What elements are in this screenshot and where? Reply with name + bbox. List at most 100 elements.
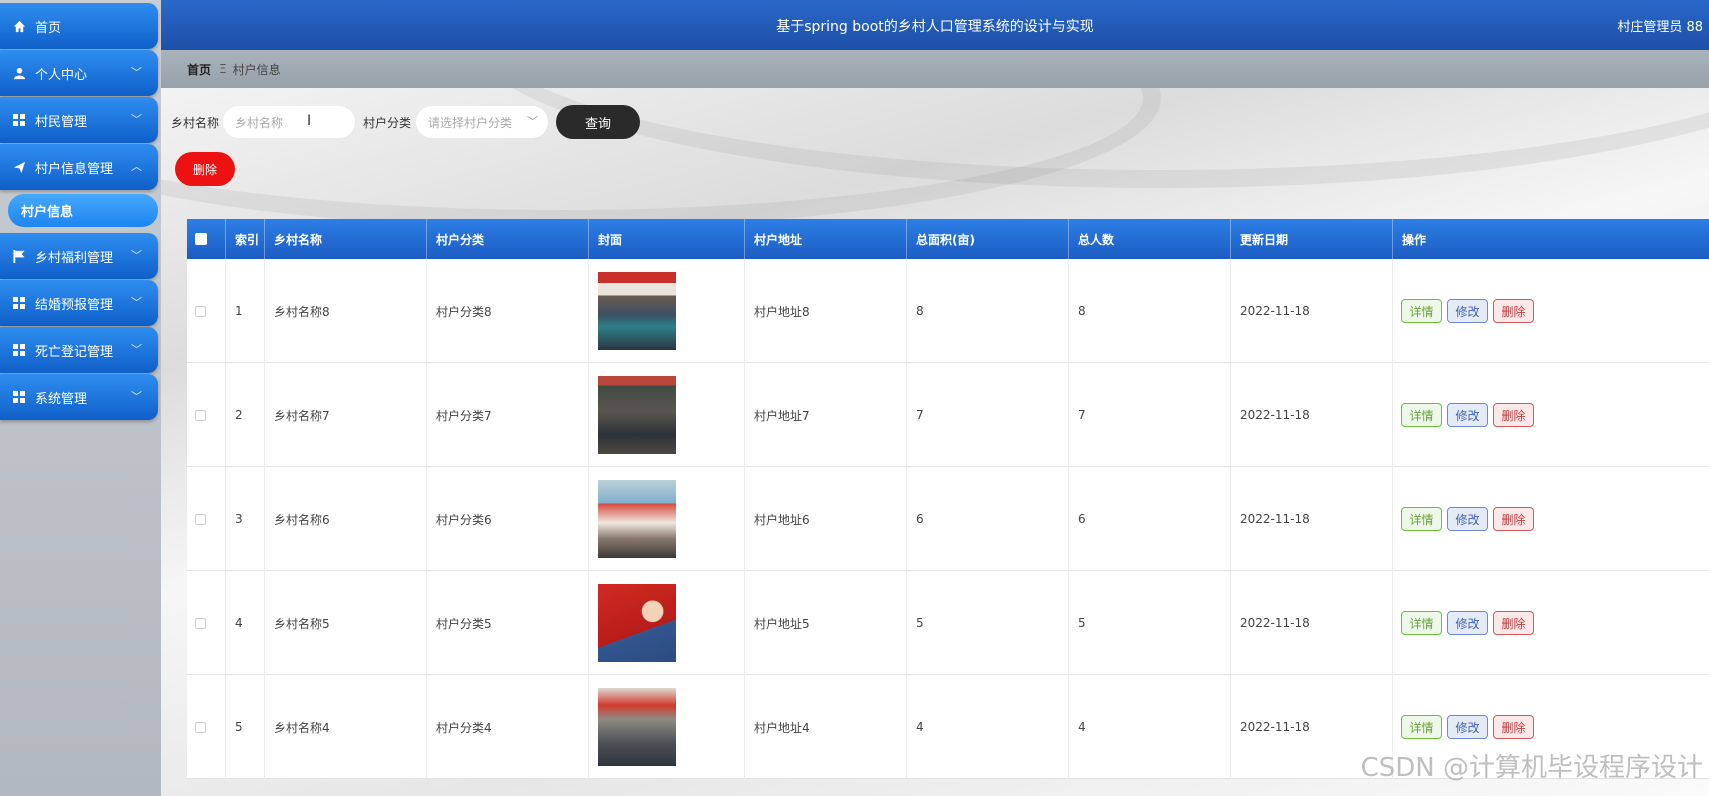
sidebar-item-household-info[interactable]: 村户信息管理 ︿: [0, 144, 158, 190]
cell-cover: [589, 259, 745, 363]
cell-date: 2022-11-18: [1231, 363, 1393, 467]
breadcrumb-current: 村户信息: [232, 62, 281, 77]
chevron-down-icon: ﹀: [131, 343, 142, 356]
detail-button[interactable]: 详情: [1401, 299, 1442, 323]
header-people: 总人数: [1069, 219, 1231, 259]
sidebar-item-profile[interactable]: 个人中心 ﹀: [0, 50, 158, 96]
row-checkbox[interactable]: [195, 513, 206, 525]
cell-village-name: 乡村名称6: [265, 467, 427, 571]
cell-village-name: 乡村名称8: [265, 259, 427, 363]
sidebar-item-system[interactable]: 系统管理 ﹀: [0, 374, 158, 420]
delete-button[interactable]: 删除: [1493, 715, 1534, 739]
category-label: 村户分类: [363, 116, 412, 130]
cell-village-name: 乡村名称4: [265, 675, 427, 779]
chevron-down-icon: ﹀: [131, 113, 142, 126]
user-label[interactable]: 村庄管理员 88: [1617, 16, 1703, 35]
cell-address: 村户地址6: [745, 467, 907, 571]
detail-button[interactable]: 详情: [1401, 403, 1442, 427]
sidebar-subitem-household[interactable]: 村户信息: [8, 194, 158, 227]
cell-actions: 详情 修改 删除: [1393, 363, 1709, 467]
breadcrumb-home[interactable]: 首页: [187, 61, 211, 78]
sidebar-item-label: 系统管理: [35, 391, 88, 407]
row-checkbox[interactable]: [195, 721, 206, 733]
cell-cover: [589, 675, 745, 779]
delete-button[interactable]: 删除: [1493, 507, 1534, 531]
detail-button[interactable]: 详情: [1401, 507, 1442, 531]
name-search-placeholder: 乡村名称: [235, 115, 284, 130]
row-checkbox[interactable]: [195, 617, 206, 629]
cell-category: 村户分类6: [427, 467, 589, 571]
header-address: 村户地址: [745, 219, 907, 259]
select-all-cell: [187, 219, 226, 259]
edit-button[interactable]: 修改: [1447, 299, 1488, 323]
cell-index: 5: [226, 675, 265, 779]
sidebar-item-marriage[interactable]: 结婚预报管理 ﹀: [0, 280, 158, 326]
text-cursor-icon: I: [307, 113, 312, 129]
detail-button[interactable]: 详情: [1401, 611, 1442, 635]
header-index: 索引: [226, 219, 265, 259]
header-category: 村户分类: [427, 219, 589, 259]
sidebar-item-label: 村民管理: [35, 114, 88, 130]
edit-button[interactable]: 修改: [1447, 715, 1488, 739]
cell-category: 村户分类7: [427, 363, 589, 467]
sidebar-item-label: 村户信息管理: [35, 161, 114, 177]
table-row: 4 乡村名称5 村户分类5 村户地址5 5 5 2022-11-18 详情 修改 删除: [187, 571, 1709, 675]
delete-button[interactable]: 删除: [1493, 299, 1534, 323]
chevron-down-icon: ﹀: [131, 296, 142, 309]
delete-button[interactable]: 删除: [1493, 611, 1534, 635]
cell-area: 6: [907, 467, 1069, 571]
category-select[interactable]: 请选择村户分类 ﹀: [416, 106, 548, 138]
cell-people: 7: [1069, 363, 1231, 467]
row-checkbox[interactable]: [195, 305, 206, 317]
cell-area: 8: [907, 259, 1069, 363]
sidebar-item-welfare[interactable]: 乡村福利管理 ﹀: [0, 233, 158, 279]
top-header: 基于spring boot的乡村人口管理系统的设计与实现 村庄管理员 88: [161, 0, 1709, 50]
main-content: 乡村名称 乡村名称 I 村户分类 请选择村户分类 ﹀ 查询 删除 索引 乡村名称…: [161, 88, 1709, 796]
row-select-cell: [187, 259, 226, 363]
cover-image[interactable]: [598, 272, 676, 350]
chevron-up-icon: ︿: [131, 160, 142, 173]
cover-image[interactable]: [598, 584, 676, 662]
cell-category: 村户分类4: [427, 675, 589, 779]
cell-village-name: 乡村名称7: [265, 363, 427, 467]
detail-button[interactable]: 详情: [1401, 715, 1442, 739]
query-button[interactable]: 查询: [556, 105, 640, 139]
cell-category: 村户分类5: [427, 571, 589, 675]
grid-icon: [12, 296, 26, 310]
cell-area: 5: [907, 571, 1069, 675]
cell-date: 2022-11-18: [1231, 571, 1393, 675]
header-actions: 操作: [1402, 232, 1427, 247]
sidebar-item-label: 死亡登记管理: [35, 344, 114, 360]
name-search-input[interactable]: 乡村名称 I: [223, 106, 355, 138]
cell-date: 2022-11-18: [1231, 467, 1393, 571]
sidebar-item-home[interactable]: 首页: [0, 3, 158, 49]
cell-people: 8: [1069, 259, 1231, 363]
sidebar-item-death[interactable]: 死亡登记管理 ﹀: [0, 327, 158, 373]
cell-index: 3: [226, 467, 265, 571]
header-area: 总面积(亩): [907, 219, 1069, 259]
cell-address: 村户地址8: [745, 259, 907, 363]
edit-button[interactable]: 修改: [1447, 507, 1488, 531]
batch-delete-button[interactable]: 删除: [175, 152, 235, 186]
select-all-checkbox[interactable]: [195, 233, 207, 245]
edit-button[interactable]: 修改: [1447, 611, 1488, 635]
grid-icon: [12, 343, 26, 357]
sidebar-item-label: 首页: [35, 20, 62, 36]
table-row: 1 乡村名称8 村户分类8 村户地址8 8 8 2022-11-18 详情 修改 删除: [187, 259, 1709, 363]
cover-image[interactable]: [598, 688, 676, 766]
cell-people: 5: [1069, 571, 1231, 675]
row-checkbox[interactable]: [195, 409, 206, 421]
sidebar-item-label: 乡村福利管理: [35, 250, 114, 266]
cover-image[interactable]: [598, 480, 676, 558]
edit-button[interactable]: 修改: [1447, 403, 1488, 427]
cell-actions: 详情 修改 删除: [1393, 259, 1709, 363]
delete-button[interactable]: 删除: [1493, 403, 1534, 427]
sidebar-item-villagers[interactable]: 村民管理 ﹀: [0, 97, 158, 143]
cover-image[interactable]: [598, 376, 676, 454]
header-date: 更新日期: [1231, 219, 1393, 259]
row-select-cell: [187, 571, 226, 675]
cell-address: 村户地址4: [745, 675, 907, 779]
cell-cover: [589, 363, 745, 467]
cell-cover: [589, 467, 745, 571]
cell-date: 2022-11-18: [1231, 259, 1393, 363]
